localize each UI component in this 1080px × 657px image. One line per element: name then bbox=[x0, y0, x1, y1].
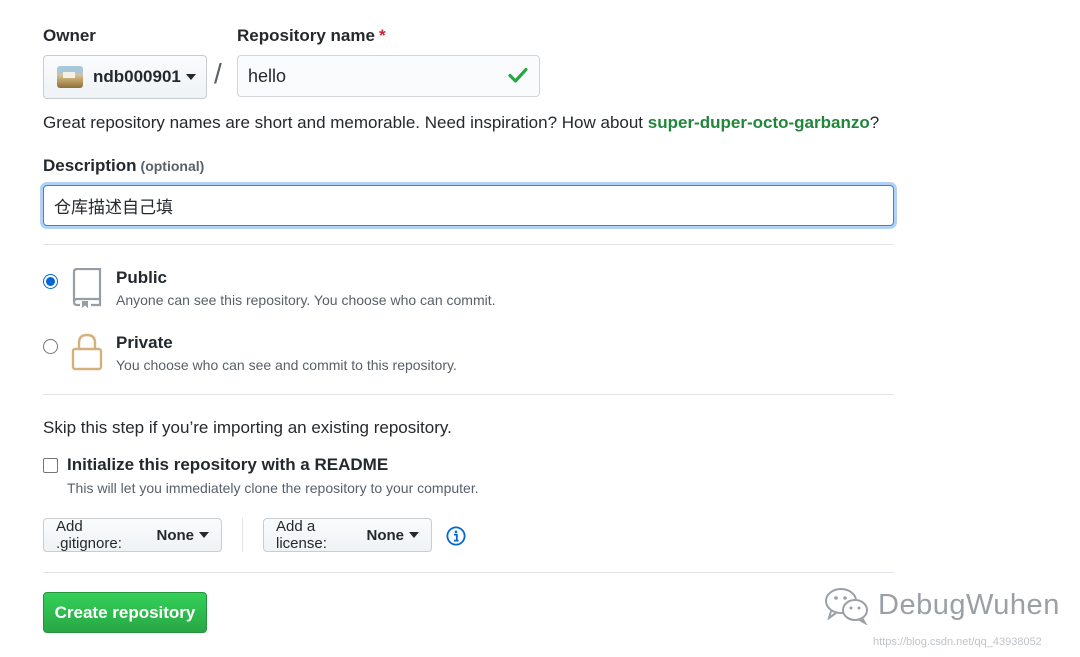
private-radio[interactable] bbox=[43, 339, 58, 354]
repo-icon bbox=[72, 268, 102, 308]
gitignore-select-button[interactable]: Add .gitignore: None bbox=[43, 518, 222, 552]
repo-name-label-text: Repository name bbox=[237, 26, 375, 45]
public-radio[interactable] bbox=[43, 274, 58, 289]
divider bbox=[43, 244, 894, 245]
lock-icon bbox=[71, 333, 103, 371]
create-repository-button[interactable]: Create repository bbox=[43, 592, 207, 633]
watermark-url: https://blog.csdn.net/qq_43938052 bbox=[873, 636, 1042, 648]
hint-end: ? bbox=[869, 113, 880, 132]
optional-note: (optional) bbox=[140, 158, 205, 174]
name-suggestion-link[interactable]: super-duper-octo-garbanzo bbox=[648, 113, 870, 132]
required-mark: * bbox=[378, 26, 386, 45]
repo-name-input[interactable] bbox=[237, 55, 540, 97]
chevron-down-icon bbox=[185, 74, 196, 80]
info-icon[interactable] bbox=[446, 526, 466, 546]
vertical-divider bbox=[242, 518, 243, 552]
private-desc: You choose who can see and commit to thi… bbox=[116, 357, 457, 373]
skip-note: Skip this step if you’re importing an ex… bbox=[43, 418, 452, 437]
license-value: None bbox=[366, 526, 405, 544]
repo-name-hint: Great repository names are short and mem… bbox=[43, 113, 879, 133]
owner-select-button[interactable]: ndb000901 bbox=[43, 55, 207, 99]
public-title: Public bbox=[116, 268, 168, 287]
gitignore-value: None bbox=[156, 526, 195, 544]
divider bbox=[43, 572, 894, 573]
owner-repo-separator: / bbox=[214, 58, 222, 89]
license-label: Add a license: bbox=[276, 518, 327, 552]
readme-label[interactable]: Initialize this repository with a README bbox=[67, 455, 388, 475]
watermark: DebugWuhen bbox=[822, 585, 1060, 625]
avatar bbox=[57, 66, 83, 88]
chevron-down-icon bbox=[409, 532, 419, 538]
hint-text: Great repository names are short and mem… bbox=[43, 113, 648, 132]
private-title: Private bbox=[116, 333, 173, 352]
license-select-button[interactable]: Add a license: None bbox=[263, 518, 432, 552]
check-icon bbox=[508, 67, 528, 83]
chevron-down-icon bbox=[199, 532, 209, 538]
public-desc: Anyone can see this repository. You choo… bbox=[116, 292, 496, 308]
divider bbox=[43, 394, 894, 395]
description-input[interactable] bbox=[43, 185, 894, 226]
description-label-text: Description bbox=[43, 156, 137, 175]
owner-name: ndb000901 bbox=[93, 67, 181, 86]
gitignore-label: Add .gitignore: bbox=[56, 518, 122, 552]
description-label: Description (optional) bbox=[43, 156, 204, 176]
readme-checkbox[interactable] bbox=[43, 458, 58, 473]
owner-label: Owner bbox=[43, 26, 96, 45]
readme-desc: This will let you immediately clone the … bbox=[67, 480, 479, 496]
wechat-icon bbox=[825, 588, 868, 625]
watermark-brand: DebugWuhen bbox=[878, 588, 1060, 621]
repo-name-label: Repository name * bbox=[237, 26, 386, 46]
